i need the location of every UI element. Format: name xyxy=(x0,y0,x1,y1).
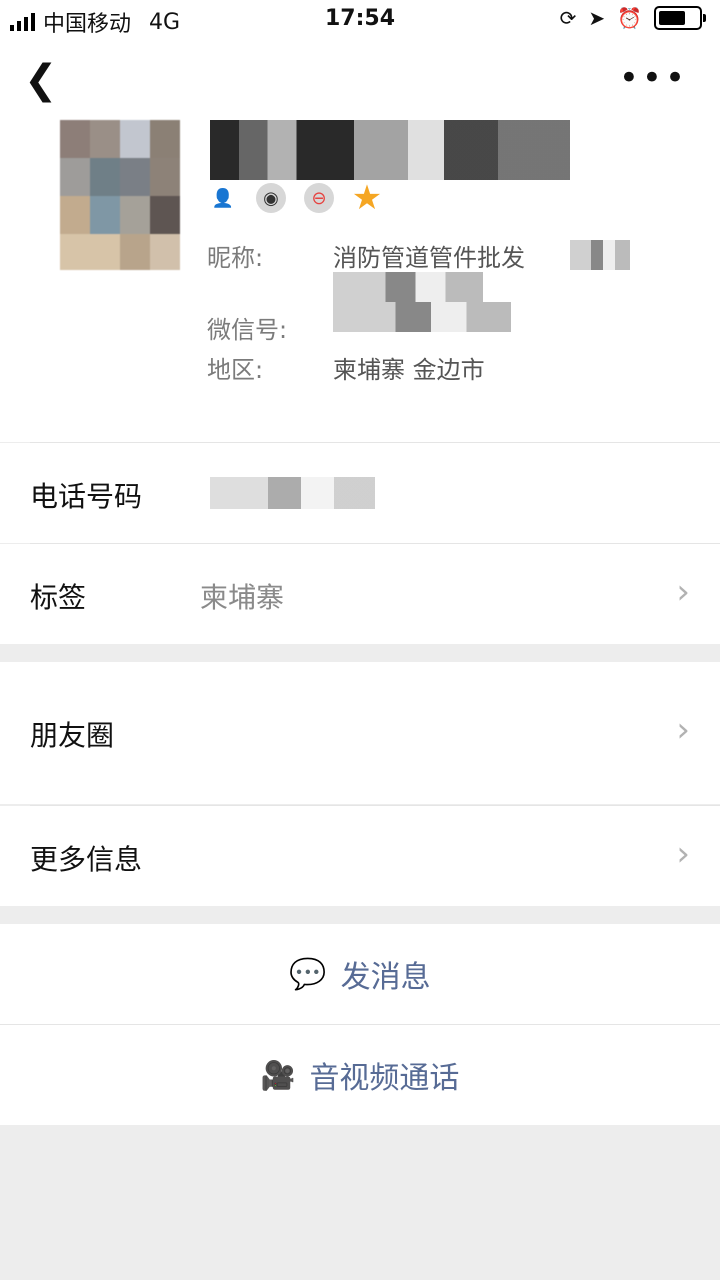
wechat-id-label: 微信号: xyxy=(207,316,288,344)
chevron-right-icon: › xyxy=(676,834,690,874)
star-icon: ★ xyxy=(351,178,383,218)
status-bar: 17:54 中国移动 4G ⟳ ➤ ⏰ xyxy=(0,0,720,40)
send-message-label: 发消息 xyxy=(340,960,431,995)
video-camera-icon: 🎥 xyxy=(260,1058,296,1092)
region-value: 柬埔寨 金边市 xyxy=(333,356,485,384)
phone-number-blurred[interactable] xyxy=(210,477,375,509)
moments-blocked-icon: ⊖ xyxy=(304,183,334,213)
av-call-button[interactable]: 🎥 音视频通话 xyxy=(0,1025,720,1125)
battery-icon xyxy=(654,6,706,30)
profile-card: ❮ ••• 👤 ◉ ⊖ ★ 昵称: 消防管道管件批发 微信号: 地区: 柬埔寨 … xyxy=(0,40,720,442)
phone-label: 电话号码 xyxy=(30,480,143,513)
moments-label: 朋友圈 xyxy=(30,719,115,752)
more-info-label: 更多信息 xyxy=(30,843,143,876)
tag-value: 柬埔寨 xyxy=(200,581,285,614)
more-dots-icon[interactable]: ••• xyxy=(619,58,688,98)
chevron-right-icon: › xyxy=(676,710,690,750)
network-label: 4G xyxy=(149,9,181,35)
nickname-line2-blurred xyxy=(333,272,483,302)
display-name-blurred xyxy=(210,120,570,180)
rotation-lock-icon: ⟳ xyxy=(559,6,577,30)
nickname-value: 消防管道管件批发 xyxy=(333,244,525,272)
back-icon[interactable]: ❮ xyxy=(24,60,58,100)
contact-person-icon: 👤 xyxy=(211,187,235,209)
alarm-icon: ⏰ xyxy=(617,6,642,30)
avatar[interactable] xyxy=(60,120,180,270)
av-call-label: 音视频通话 xyxy=(309,1061,460,1096)
moments-row[interactable]: 朋友圈 › xyxy=(0,662,720,804)
region-label: 地区: xyxy=(207,356,264,384)
chevron-right-icon: › xyxy=(676,572,690,612)
contact-status-icons: 👤 ◉ ⊖ ★ xyxy=(208,178,383,218)
signal-icon xyxy=(10,13,35,31)
nickname-suffix-blurred xyxy=(570,240,630,270)
send-message-button[interactable]: 💬 发消息 xyxy=(0,924,720,1024)
carrier-label: 中国移动 xyxy=(43,12,132,37)
phone-row[interactable]: 电话号码 xyxy=(0,443,720,543)
moments-hidden-icon: ◉ xyxy=(256,183,286,213)
tag-row[interactable]: 标签 柬埔寨 › xyxy=(0,544,720,644)
wechat-id-blurred xyxy=(333,302,511,332)
chat-bubble-icon: 💬 xyxy=(289,956,327,992)
tag-label: 标签 xyxy=(30,581,87,614)
nickname-label: 昵称: xyxy=(207,244,264,272)
location-icon: ➤ xyxy=(588,6,606,30)
more-info-row[interactable]: 更多信息 › xyxy=(0,806,720,906)
